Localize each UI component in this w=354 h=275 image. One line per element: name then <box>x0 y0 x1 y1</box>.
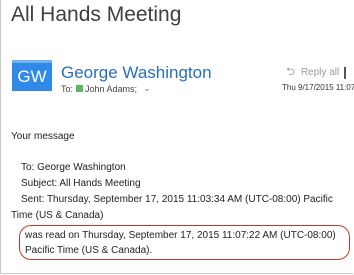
avatar-initials: GW <box>17 67 47 86</box>
message-date: Thu 9/17/2015 11:07 <box>282 83 354 92</box>
body-sent-line-cont: Time (US & Canada) <box>11 210 104 221</box>
to-label: To: <box>61 83 74 94</box>
body-greeting: Your message <box>11 131 75 142</box>
sender-name[interactable]: George Washington <box>61 63 212 83</box>
sender-avatar[interactable]: GW <box>12 60 52 91</box>
reply-all-label: Reply all <box>300 67 340 78</box>
recipient-name[interactable]: John Adams; <box>85 84 137 94</box>
chevron-down-icon[interactable]: ⌄ <box>143 83 151 94</box>
recipients-line: To: John Adams; ⌄ <box>61 83 151 94</box>
body-sent-line: Sent: Thursday, September 17, 2015 11:03… <box>21 194 333 205</box>
reply-all-button[interactable]: ⮌ Reply all <box>286 63 347 82</box>
message-subject: All Hands Meeting <box>11 3 182 26</box>
read-receipt-highlight <box>19 225 350 260</box>
presence-status-icon <box>76 85 84 92</box>
reply-all-icon: ⮌ <box>286 66 295 78</box>
body-to-line: To: George Washington <box>21 162 126 173</box>
toolbar-separator <box>344 66 347 79</box>
body-subject-line: Subject: All Hands Meeting <box>21 178 141 189</box>
